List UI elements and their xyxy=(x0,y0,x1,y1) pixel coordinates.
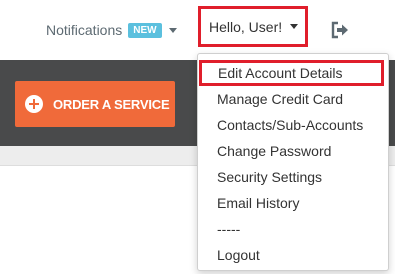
account-dropdown-menu: Edit Account Details Manage Credit Card … xyxy=(197,53,389,271)
menu-item-logout[interactable]: Logout xyxy=(198,242,388,268)
top-navigation: Notifications NEW Hello, User! xyxy=(0,0,395,60)
notifications-menu[interactable]: Notifications NEW xyxy=(46,19,177,41)
menu-item-edit-account-details[interactable]: Edit Account Details xyxy=(199,60,384,86)
logout-icon[interactable] xyxy=(330,20,350,40)
menu-divider: ----- xyxy=(217,221,241,237)
menu-item-contacts-sub-accounts[interactable]: Contacts/Sub-Accounts xyxy=(198,112,388,138)
user-greeting: Hello, User! xyxy=(209,18,283,35)
menu-item-manage-credit-card[interactable]: Manage Credit Card xyxy=(198,86,388,112)
menu-item-security-settings[interactable]: Security Settings xyxy=(198,164,388,190)
menu-item-email-history[interactable]: Email History xyxy=(198,190,388,216)
notifications-label: Notifications xyxy=(46,22,123,38)
menu-item-change-password[interactable]: Change Password xyxy=(198,138,388,164)
user-menu-button[interactable]: Hello, User! xyxy=(198,6,308,47)
chevron-down-icon xyxy=(168,27,177,33)
caret-down-icon xyxy=(290,24,299,29)
order-service-button[interactable]: ORDER A SERVICE xyxy=(15,81,175,127)
plus-circle-icon xyxy=(25,95,43,113)
new-badge: NEW xyxy=(128,22,162,38)
order-service-label: ORDER A SERVICE xyxy=(53,96,170,112)
